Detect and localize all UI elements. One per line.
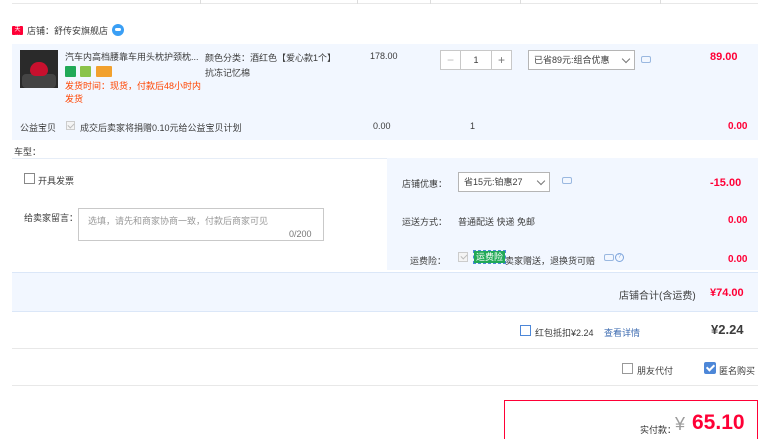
payment-amount: 65.10	[692, 411, 745, 434]
red-packet-checkbox[interactable]	[520, 325, 531, 336]
insurance-value: 0.00	[728, 254, 748, 265]
quantity-decrease-button[interactable]: −	[441, 51, 461, 69]
promo-select[interactable]: 已省89元:组合优惠	[528, 50, 635, 70]
charity-label: 公益宝贝	[20, 123, 57, 133]
quantity-stepper: − 1 +	[440, 50, 512, 70]
comment-icon[interactable]	[562, 177, 572, 184]
charity-qty: 1	[470, 121, 476, 131]
sku-material: 抗冻记忆棉	[205, 68, 251, 78]
red-packet-row	[12, 313, 758, 349]
chevron-down-icon	[621, 54, 631, 64]
payment-label: 实付款：	[640, 425, 677, 435]
column-tick	[520, 0, 521, 4]
seller-message-label: 给卖家留言：	[24, 213, 79, 223]
top-divider	[12, 0, 758, 4]
red-packet-detail-link[interactable]: 查看详情	[604, 326, 640, 339]
quantity-increase-button[interactable]: +	[491, 51, 511, 69]
shipping-value: 0.00	[728, 215, 748, 226]
promo-selected-value: 已省89元:组合优惠	[534, 55, 610, 65]
shipping-method: 普通配送 快递 免邮	[458, 217, 536, 227]
shop-discount-selected-value: 省15元:铂惠27	[464, 177, 523, 187]
anonymous-checkbox[interactable]	[704, 362, 716, 374]
seller-message-char-count: 0/200	[289, 229, 312, 239]
column-tick	[200, 0, 201, 4]
shop-discount-select[interactable]: 省15元:铂惠27	[458, 172, 550, 192]
shop-discount-label: 店铺优惠：	[402, 179, 448, 189]
product-thumbnail[interactable]	[20, 50, 58, 88]
column-tick	[430, 0, 431, 4]
shop-row: 天猫 店铺： 舒传安旗舰店	[12, 22, 125, 42]
sku-color: 颜色分类：酒红色【爱心款1个】	[205, 53, 337, 63]
car-model-label: 车型：	[14, 147, 42, 157]
charity-price: 0.00	[373, 121, 391, 131]
charity-text: 成交后卖家将捐赠0.10元给公益宝贝计划	[80, 123, 242, 133]
shop-discount-value: -15.00	[710, 177, 742, 189]
shop-label: 店铺：	[27, 25, 55, 36]
column-tick	[357, 0, 358, 4]
help-icon[interactable]: ?	[615, 253, 624, 262]
service-badge-icon	[65, 66, 76, 77]
shop-total-value: ¥74.00	[710, 287, 744, 299]
seller-message-placeholder: 选填，请先和商家协商一致，付款后商家可见	[88, 216, 269, 226]
unit-price: 178.00	[370, 51, 398, 61]
column-tick	[660, 0, 661, 4]
product-title-link[interactable]: 汽车内高档腰靠车用头枕护颈枕...	[65, 51, 200, 63]
friend-pay-checkbox[interactable]	[622, 363, 633, 374]
chat-icon[interactable]	[112, 24, 125, 36]
card-payment-icon	[96, 66, 112, 77]
shipping-label: 运送方式：	[402, 217, 448, 227]
quantity-input[interactable]: 1	[461, 51, 491, 69]
comment-icon[interactable]	[641, 56, 651, 63]
invoice-checkbox[interactable]	[24, 173, 35, 184]
chevron-down-icon	[536, 176, 546, 186]
insurance-checkbox	[458, 252, 468, 262]
sku-info: 颜色分类：酒红色【爱心款1个】 抗冻记忆棉	[205, 51, 350, 81]
item-total: 89.00	[710, 51, 738, 63]
charity-total: 0.00	[728, 121, 748, 132]
charity-checkbox	[66, 121, 75, 130]
comment-icon[interactable]	[604, 254, 614, 261]
friend-pay-label: 朋友代付	[637, 366, 674, 376]
divider	[12, 385, 758, 386]
shop-total-label: 店铺合计(含运费)	[619, 291, 696, 302]
tmall-badge-icon: 天猫	[12, 25, 23, 42]
insurance-label: 运费险：	[410, 256, 447, 266]
ship-time-notice: 发货时间：现货，付款后48小时内发货	[65, 81, 202, 104]
service-badge-icon	[80, 66, 91, 77]
red-packet-value: ¥2.24	[711, 322, 744, 337]
shop-name-link[interactable]: 舒传安旗舰店	[54, 24, 108, 37]
payment-currency: ¥	[675, 414, 686, 434]
insurance-text: 卖家赠送，退换货可赔	[505, 256, 596, 266]
insurance-badge: 运费险	[472, 250, 507, 264]
anonymous-label: 匿名购买	[719, 366, 756, 376]
invoice-label: 开具发票	[38, 176, 75, 186]
red-packet-text: 红包抵扣¥2.24	[535, 328, 594, 338]
